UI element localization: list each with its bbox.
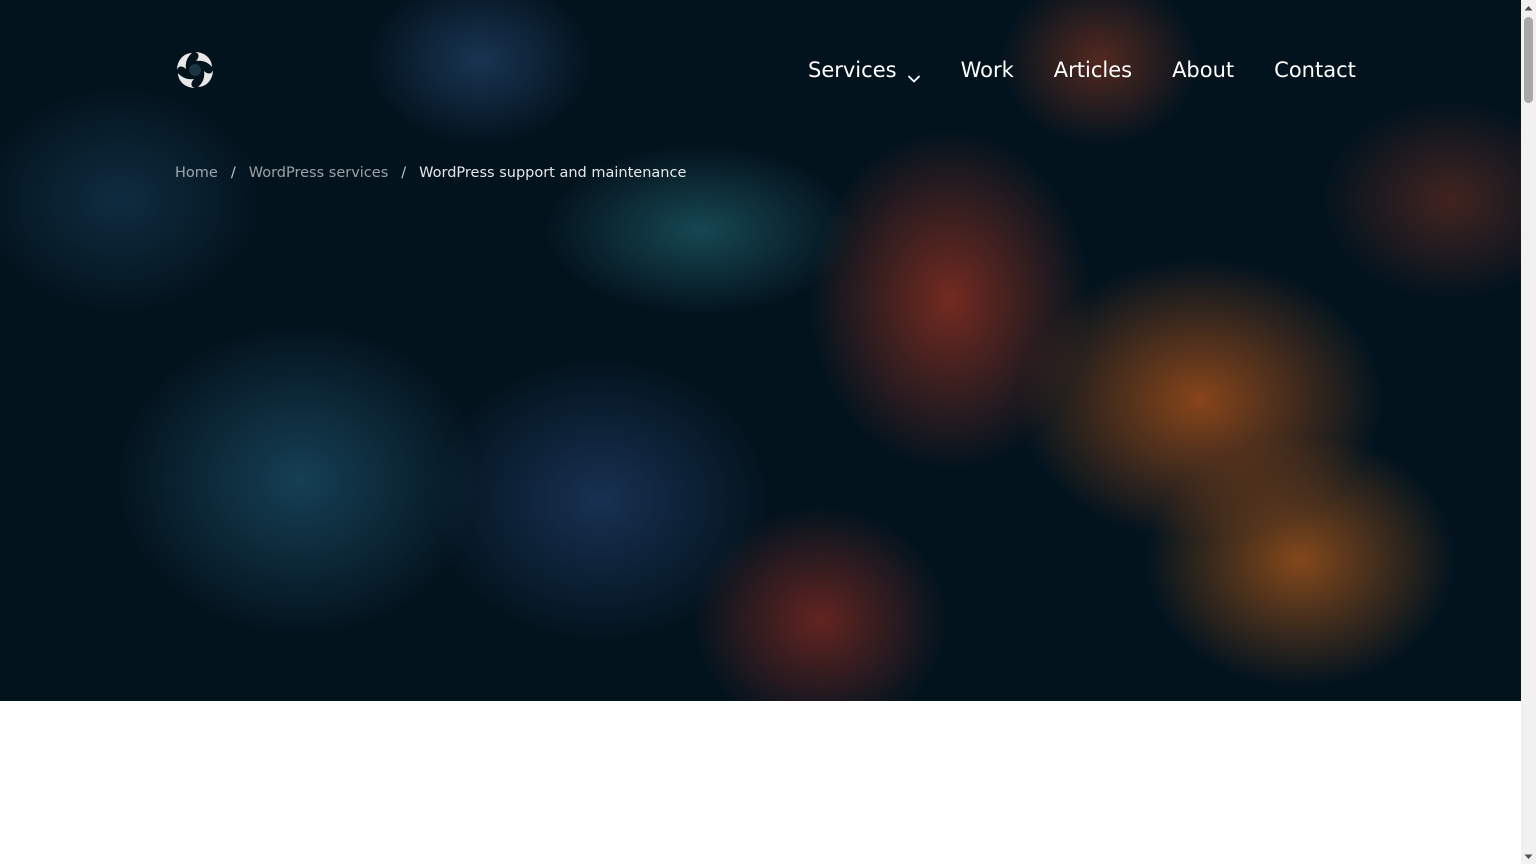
- scroll-down-arrow-icon[interactable]: [1521, 849, 1536, 864]
- nav-item-articles[interactable]: Articles: [1054, 54, 1132, 86]
- main-nav: Services Work Articles About Contact: [808, 54, 1356, 86]
- scroll-up-arrow-icon[interactable]: [1521, 0, 1536, 15]
- breadcrumb: Home / WordPress services / WordPress su…: [175, 163, 686, 183]
- nav-item-contact[interactable]: Contact: [1274, 54, 1356, 86]
- breadcrumb-separator: /: [230, 165, 236, 181]
- nav-item-services-label: Services: [808, 58, 897, 82]
- site-header: Services Work Articles About Contact: [0, 0, 1521, 140]
- swirl-logo-icon[interactable]: [174, 49, 216, 91]
- chevron-down-icon: [907, 63, 921, 83]
- scrollbar-thumb[interactable]: [1524, 17, 1533, 103]
- nav-item-work[interactable]: Work: [961, 54, 1014, 86]
- breadcrumb-wordpress-services-link[interactable]: WordPress services: [249, 163, 389, 183]
- content-area: [0, 701, 1521, 864]
- breadcrumb-separator: /: [401, 165, 407, 181]
- vertical-scrollbar[interactable]: [1521, 0, 1536, 864]
- page: Services Work Articles About Contact Hom…: [0, 0, 1536, 864]
- nav-item-services[interactable]: Services: [808, 54, 921, 86]
- breadcrumb-home-link[interactable]: Home: [175, 163, 218, 183]
- nav-item-about[interactable]: About: [1172, 54, 1234, 86]
- breadcrumb-current: WordPress support and maintenance: [419, 165, 687, 181]
